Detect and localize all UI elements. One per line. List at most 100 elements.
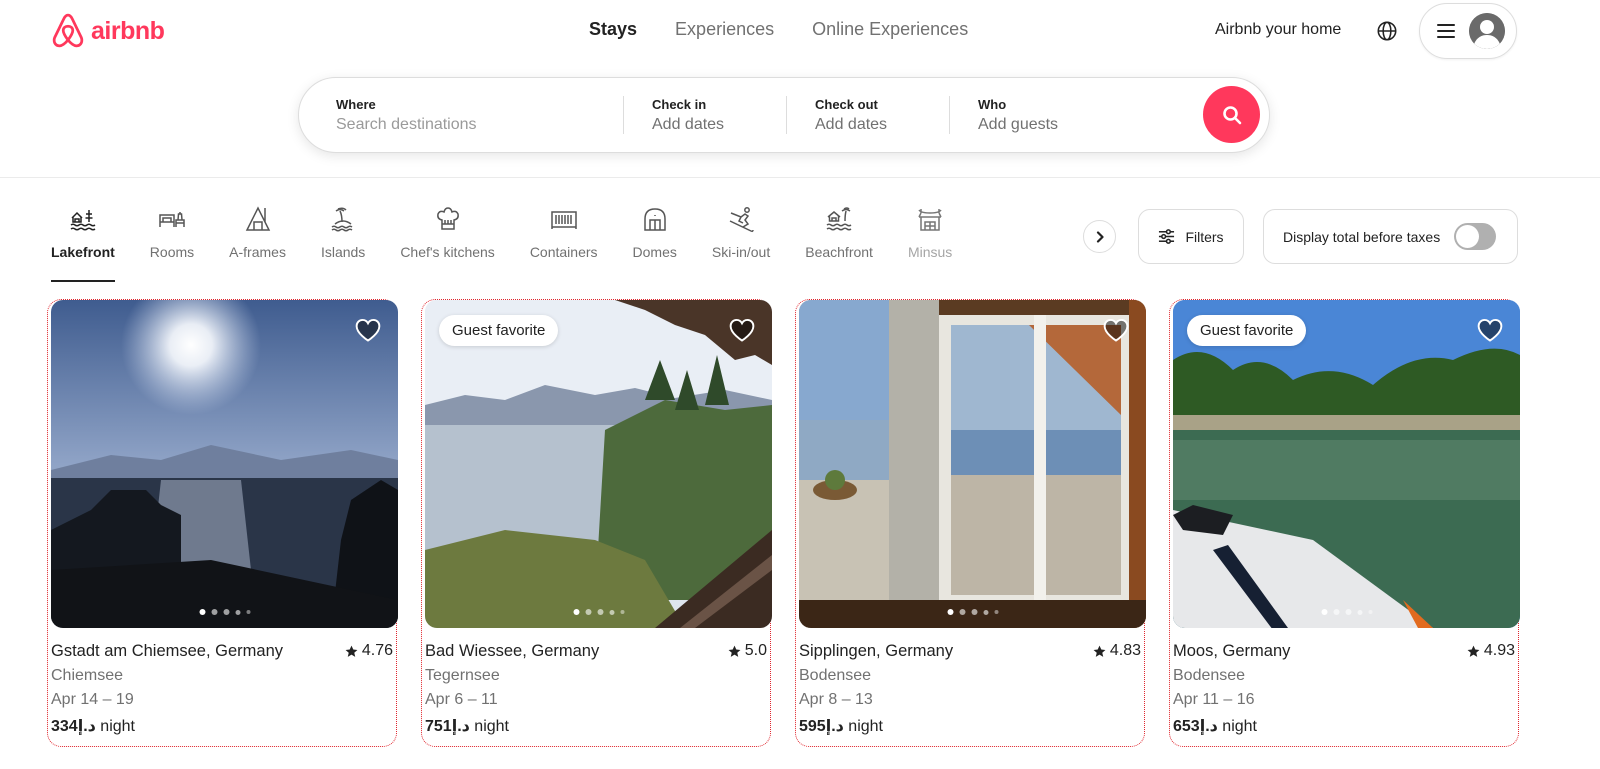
user-menu-button[interactable] — [1419, 3, 1517, 59]
price-amount: 595د.إ — [799, 718, 844, 735]
listing-rating: 4.76 — [345, 642, 393, 660]
category-domes[interactable]: Domes — [633, 205, 677, 281]
category-beachfront[interactable]: Beachfront — [805, 205, 873, 281]
airbnb-logo[interactable]: airbnb — [51, 13, 165, 49]
star-icon — [345, 645, 358, 657]
category-label: Chef's kitchens — [400, 244, 495, 260]
lake-photo-chiemsee — [51, 300, 398, 628]
photo-pagination-dots — [1321, 609, 1372, 615]
rating-value: 4.83 — [1109, 642, 1141, 659]
search-check-in[interactable]: Check in Add dates — [624, 78, 786, 152]
listing-subtitle: Bodensee — [799, 667, 872, 684]
airbnb-your-home-link[interactable]: Airbnb your home — [1215, 21, 1341, 39]
search-button[interactable] — [1203, 86, 1260, 143]
listing-title: Gstadt am Chiemsee, Germany — [51, 642, 283, 660]
listing-card[interactable]: Sipplingen, Germany 4.83 Bodensee Apr 8 … — [795, 299, 1146, 747]
tax-toggle-switch[interactable] — [1454, 223, 1497, 250]
listing-subtitle: Bodensee — [1173, 667, 1246, 684]
price-amount: 653د.إ — [1173, 718, 1218, 735]
listing-dates: Apr 8 – 13 — [799, 691, 873, 708]
category-label: Rooms — [149, 244, 195, 260]
check-out-label: Check out — [815, 96, 878, 112]
search-check-out[interactable]: Check out Add dates — [787, 78, 949, 152]
listing-title: Moos, Germany — [1173, 642, 1291, 660]
listing-rating: 5.0 — [728, 642, 767, 660]
lake-photo-bodensee-balcony — [799, 300, 1146, 628]
tab-stays[interactable]: Stays — [589, 19, 637, 40]
heart-icon[interactable] — [1476, 316, 1504, 344]
guest-favorite-badge: Guest favorite — [1187, 315, 1307, 346]
heart-icon[interactable] — [728, 316, 756, 344]
listing-info: Moos, Germany 4.93 Bodensee Apr 11 – 16 … — [1173, 628, 1515, 736]
nav-tabs: Stays Experiences Online Experiences — [589, 19, 968, 40]
filters-button[interactable]: Filters — [1138, 209, 1244, 264]
lake-photo-moos — [1173, 300, 1520, 628]
dome-icon — [643, 208, 666, 231]
chef-hat-icon — [436, 207, 459, 230]
listing-photo[interactable]: Guest favorite — [425, 300, 772, 628]
category-chefs-kitchens[interactable]: Chef's kitchens — [400, 205, 495, 281]
container-icon — [550, 211, 577, 229]
lakefront-icon — [70, 210, 96, 231]
listing-price: 751د.إ night — [425, 716, 767, 736]
filters-icon — [1159, 229, 1175, 244]
listing-title: Bad Wiessee, Germany — [425, 642, 600, 660]
heart-icon[interactable] — [1102, 316, 1130, 344]
check-out-value: Add dates — [815, 115, 888, 133]
user-avatar-icon — [1469, 13, 1505, 49]
listing-info: Sipplingen, Germany 4.83 Bodensee Apr 8 … — [799, 628, 1141, 736]
listing-info: Gstadt am Chiemsee, Germany 4.76 Chiemse… — [51, 628, 393, 736]
category-label: Islands — [320, 244, 366, 260]
hamburger-icon — [1437, 22, 1455, 40]
top-header: airbnb Stays Experiences Online Experien… — [0, 0, 1600, 178]
category-label: Lakefront — [51, 244, 115, 260]
tax-toggle-panel: Display total before taxes — [1263, 209, 1518, 264]
photo-pagination-dots — [947, 609, 998, 615]
beachfront-icon — [826, 207, 852, 231]
category-label: Containers — [529, 244, 598, 260]
category-label: Beachfront — [805, 244, 873, 260]
category-containers[interactable]: Containers — [530, 205, 598, 281]
search-icon — [1222, 105, 1241, 124]
price-unit: night — [100, 718, 135, 735]
category-lakefront[interactable]: Lakefront — [51, 205, 115, 282]
rating-value: 4.93 — [1483, 642, 1515, 659]
category-ski-in-out[interactable]: Ski-in/out — [712, 205, 770, 281]
filters-label: Filters — [1185, 228, 1224, 245]
logo-text: airbnb — [91, 16, 165, 45]
rating-value: 5.0 — [744, 642, 767, 659]
category-minsus[interactable]: Minsus — [908, 205, 952, 281]
listing-photo[interactable] — [799, 300, 1146, 628]
listing-card[interactable]: Guest favorite Moos, Germany 4.93 Bodens… — [1169, 299, 1520, 747]
listing-subtitle: Chiemsee — [51, 667, 124, 684]
listing-dates: Apr 11 – 16 — [1173, 691, 1255, 708]
category-islands[interactable]: Islands — [321, 205, 365, 281]
listing-card[interactable]: Gstadt am Chiemsee, Germany 4.76 Chiemse… — [47, 299, 398, 747]
globe-icon[interactable] — [1376, 20, 1398, 42]
star-icon — [1467, 645, 1480, 657]
listing-photo[interactable] — [51, 300, 398, 628]
price-unit: night — [1222, 718, 1257, 735]
star-icon — [1093, 645, 1106, 657]
listing-rating: 4.83 — [1093, 642, 1141, 660]
listing-photo[interactable]: Guest favorite — [1173, 300, 1520, 628]
search-where[interactable]: Where — [299, 78, 623, 152]
listing-price: 595د.إ night — [799, 716, 1141, 736]
island-icon — [331, 207, 353, 232]
skier-icon — [729, 207, 754, 233]
tax-toggle-label: Display total before taxes — [1283, 228, 1441, 245]
check-in-value: Add dates — [652, 115, 725, 133]
tab-online-experiences[interactable]: Online Experiences — [812, 19, 968, 40]
category-scroll-next-button[interactable] — [1083, 220, 1116, 253]
category-rooms[interactable]: Rooms — [150, 205, 194, 281]
listing-card[interactable]: Guest favorite Bad Wiessee, Germany 5.0 … — [421, 299, 772, 747]
tab-experiences[interactable]: Experiences — [675, 19, 774, 40]
heart-icon[interactable] — [354, 316, 382, 344]
price-unit: night — [848, 718, 883, 735]
where-label: Where — [336, 96, 376, 112]
check-in-label: Check in — [652, 96, 707, 112]
minsu-icon — [918, 209, 942, 231]
category-a-frames[interactable]: A-frames — [229, 205, 286, 281]
listing-dates: Apr 14 – 19 — [51, 691, 134, 708]
destination-input[interactable] — [336, 115, 576, 134]
